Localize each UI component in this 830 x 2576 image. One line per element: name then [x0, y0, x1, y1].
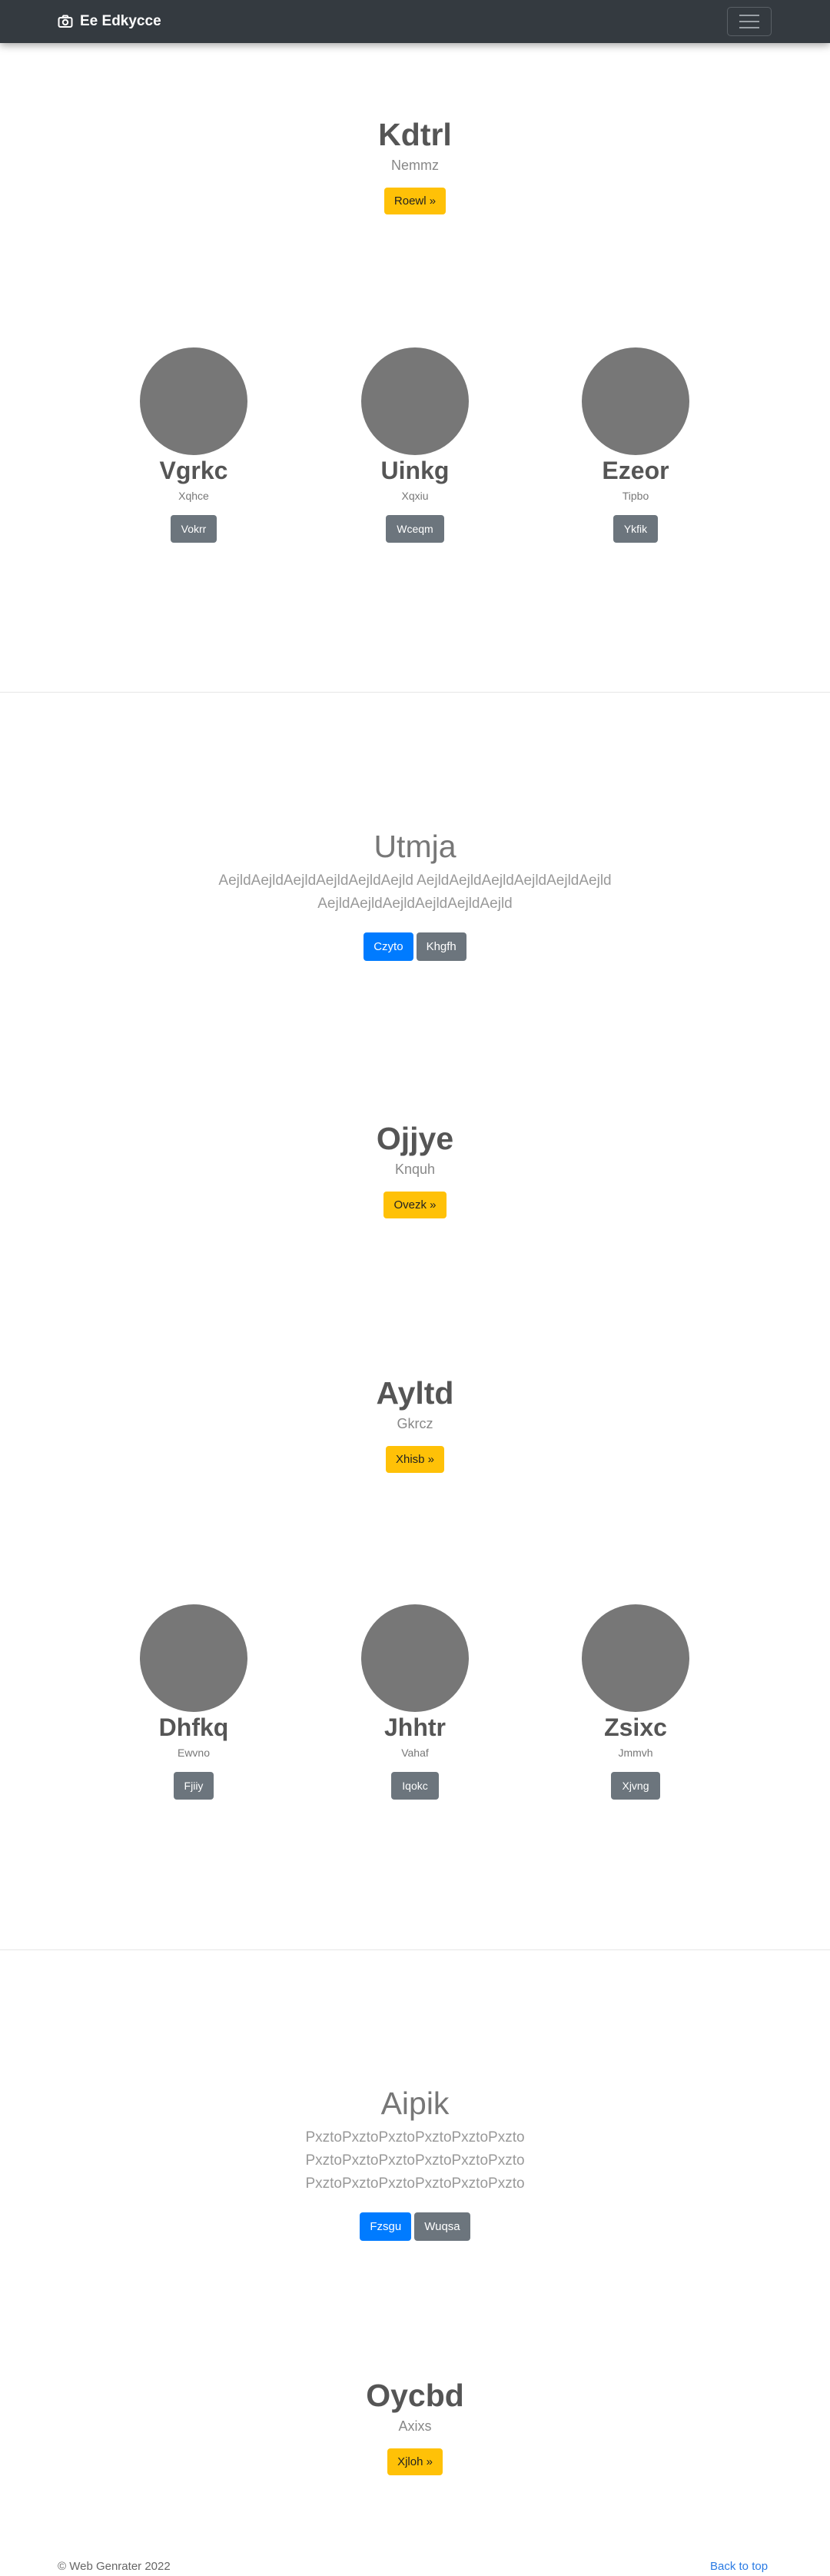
brand-name: Ee Edkycce [80, 13, 161, 29]
feature-button[interactable]: Fjiiy [173, 1772, 214, 1800]
feature-title: Dhfkq [158, 1713, 229, 1741]
feature-subtitle: Ewvno [177, 1747, 211, 1759]
placeholder-image [361, 347, 469, 455]
jumbotron-3: Ayltd Gkrcz Xhisb » [0, 1375, 830, 1473]
feature-button[interactable]: Vokrr [170, 515, 217, 543]
jumbotron-subtitle: Knquh [394, 1162, 436, 1177]
hero-title: Aipik [380, 2086, 450, 2121]
feature-card: Uinkg Xqxiu Wceqm [338, 347, 492, 543]
back-to-top-link[interactable]: Back to top [710, 2560, 768, 2573]
feature-button[interactable]: Iqokc [391, 1772, 439, 1800]
jumbotron-subtitle: Axixs [398, 2418, 432, 2434]
feature-card: Vgrkc Xqhce Vokrr [117, 347, 271, 543]
hero-section-1: Utmja AejldAejldAejldAejldAejldAejld Aej… [0, 829, 830, 961]
feature-title: Zsixc [604, 1713, 667, 1741]
section-divider [0, 692, 830, 693]
hero-secondary-button[interactable]: Khgfh [416, 932, 466, 961]
placeholder-image [582, 1604, 689, 1712]
feature-subtitle: Vahaf [401, 1747, 429, 1759]
jumbotron-title: Ojjye [376, 1121, 454, 1156]
hero-primary-button[interactable]: Czyto [364, 932, 413, 961]
hero-section-2: Aipik PxztoPxztoPxztoPxztoPxztoPxzto Pxz… [0, 2086, 830, 2241]
feature-card: Dhfkq Ewvno Fjiiy [117, 1604, 271, 1800]
feature-subtitle: Jmmvh [618, 1747, 653, 1759]
jumbotron-subtitle: Nemmz [391, 158, 439, 173]
hero-text: PxztoPxztoPxztoPxztoPxztoPxzto PxztoPxzt… [305, 2129, 525, 2192]
hero-button-group: Czyto Khgfh [0, 932, 830, 961]
jumbotron-1: Kdtrl Nemmz Roewl » [0, 117, 830, 214]
jumbotron-button[interactable]: Ovezk » [383, 1192, 447, 1218]
hero-title: Utmja [374, 829, 456, 864]
placeholder-image [361, 1604, 469, 1712]
jumbotron-2: Ojjye Knquh Ovezk » [0, 1121, 830, 1218]
footer-copyright: © Web Genrater 2022 [58, 2560, 171, 2573]
feature-title: Vgrkc [159, 457, 228, 484]
feature-title: Jhhtr [384, 1713, 446, 1741]
jumbotron-subtitle: Gkrcz [397, 1416, 433, 1431]
hero-primary-button[interactable]: Fzsgu [360, 2212, 412, 2241]
camera-icon [58, 15, 73, 28]
feature-card: Zsixc Jmmvh Xjvng [559, 1604, 712, 1800]
feature-button[interactable]: Xjvng [611, 1772, 660, 1800]
feature-button[interactable]: Wceqm [386, 515, 444, 543]
feature-card: Ezeor Tipbo Ykfik [559, 347, 712, 543]
placeholder-image [582, 347, 689, 455]
feature-subtitle: Xqhce [178, 490, 209, 502]
feature-button[interactable]: Ykfik [613, 515, 659, 543]
feature-subtitle: Xqxiu [401, 490, 429, 502]
brand-link[interactable]: Ee Edkycce [58, 13, 161, 30]
feature-title: Uinkg [380, 457, 450, 484]
feature-subtitle: Tipbo [622, 490, 649, 502]
jumbotron-title: Ayltd [376, 1375, 454, 1411]
section-divider [0, 1949, 830, 1950]
hamburger-menu-icon [739, 15, 759, 16]
placeholder-image [140, 1604, 247, 1712]
jumbotron-title: Kdtrl [378, 117, 452, 152]
hero-button-group: Fzsgu Wuqsa [0, 2212, 830, 2241]
hero-secondary-button[interactable]: Wuqsa [414, 2212, 470, 2241]
hero-text: AejldAejldAejldAejldAejldAejld AejldAejl… [218, 873, 612, 912]
jumbotron-button[interactable]: Roewl » [383, 188, 447, 214]
navbar-toggler[interactable] [727, 7, 772, 36]
jumbotron-button[interactable]: Xjloh » [387, 2448, 443, 2475]
feature-title: Ezeor [602, 457, 669, 484]
jumbotron-button[interactable]: Xhisb » [385, 1446, 445, 1473]
navbar: Ee Edkycce [0, 0, 830, 43]
jumbotron-title: Oycbd [366, 2378, 464, 2413]
jumbotron-4: Oycbd Axixs Xjloh » [0, 2378, 830, 2475]
placeholder-image [140, 347, 247, 455]
feature-card: Jhhtr Vahaf Iqokc [338, 1604, 492, 1800]
